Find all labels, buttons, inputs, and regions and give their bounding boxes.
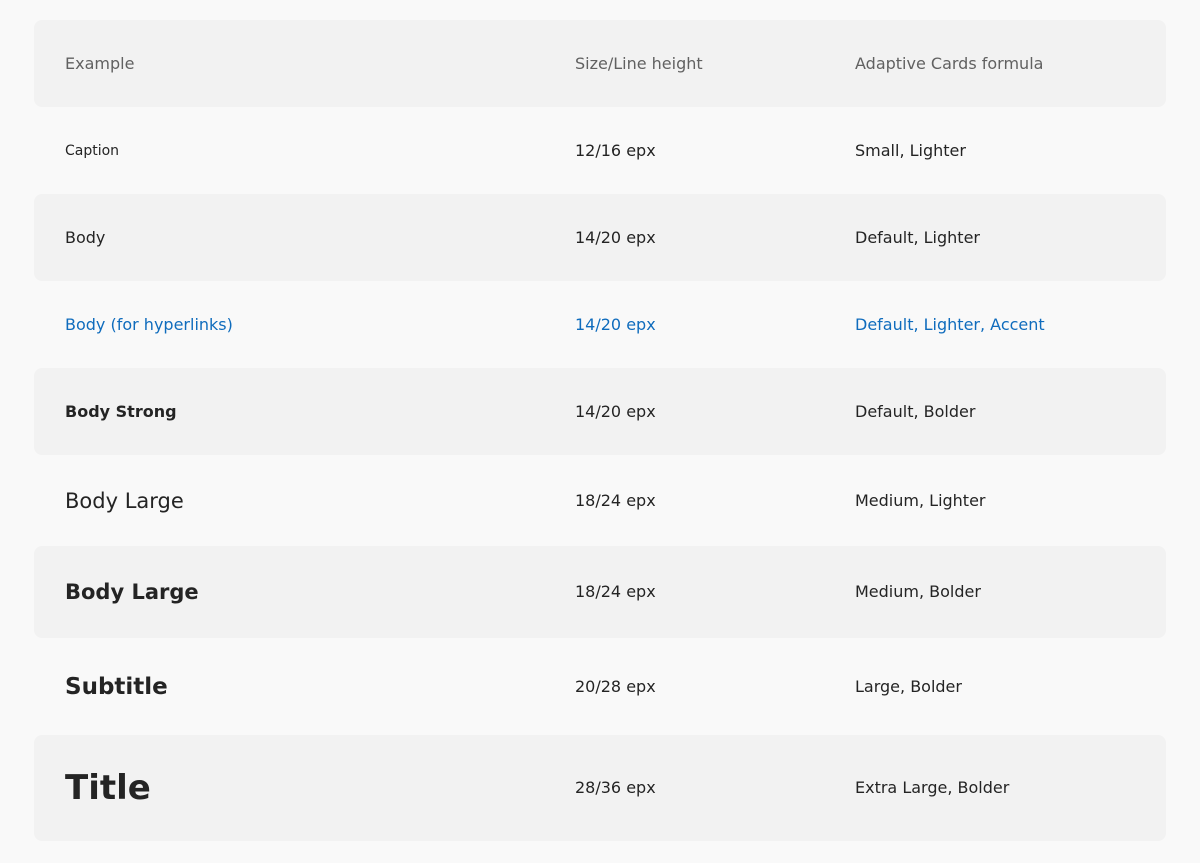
table-row-caption: Caption 12/16 epx Small, Lighter — [34, 107, 1166, 194]
example-title: Title — [65, 768, 151, 808]
formula-cell: Extra Large, Bolder — [855, 778, 1010, 797]
formula-cell: Medium, Lighter — [855, 490, 986, 510]
example-body-strong: Body Strong — [65, 401, 177, 421]
column-header-size: Size/Line height — [575, 54, 703, 73]
formula-cell: Small, Lighter — [855, 140, 966, 160]
table-row-body-hyperlink: Body (for hyperlinks) 14/20 epx Default,… — [34, 281, 1166, 368]
formula-cell: Medium, Bolder — [855, 582, 981, 601]
formula-cell: Large, Bolder — [855, 676, 962, 696]
example-body-large-bold: Body Large — [65, 580, 199, 604]
size-cell: 14/20 epx — [575, 227, 656, 247]
table-row-body-large: Body Large 18/24 epx Medium, Lighter — [34, 455, 1166, 546]
size-cell: 28/36 epx — [575, 778, 656, 797]
formula-cell: Default, Lighter — [855, 227, 980, 247]
table-row-body-strong: Body Strong 14/20 epx Default, Bolder — [34, 368, 1166, 455]
size-cell: 12/16 epx — [575, 140, 656, 160]
example-caption: Caption — [65, 142, 120, 159]
column-header-example: Example — [65, 54, 135, 73]
example-subtitle: Subtitle — [65, 673, 168, 700]
table-header: Example Size/Line height Adaptive Cards … — [34, 20, 1166, 107]
table-row-body: Body 14/20 epx Default, Lighter — [34, 194, 1166, 281]
size-cell: 18/24 epx — [575, 490, 656, 510]
type-ramp-table: Example Size/Line height Adaptive Cards … — [34, 20, 1166, 841]
formula-cell: Default, Lighter, Accent — [855, 314, 1045, 334]
example-body-hyperlink[interactable]: Body (for hyperlinks) — [34, 315, 575, 335]
table-row-subtitle: Subtitle 20/28 epx Large, Bolder — [34, 638, 1166, 735]
column-header-formula: Adaptive Cards formula — [855, 54, 1044, 73]
example-body: Body — [65, 227, 106, 247]
example-body-large: Body Large — [65, 488, 184, 513]
size-cell: 20/28 epx — [575, 676, 656, 696]
table-row-title: Title 28/36 epx Extra Large, Bolder — [34, 735, 1166, 841]
table-row-body-large-bold: Body Large 18/24 epx Medium, Bolder — [34, 546, 1166, 638]
size-cell: 14/20 epx — [575, 401, 656, 421]
size-cell: 14/20 epx — [575, 314, 656, 334]
formula-cell: Default, Bolder — [855, 401, 976, 421]
size-cell: 18/24 epx — [575, 582, 656, 601]
